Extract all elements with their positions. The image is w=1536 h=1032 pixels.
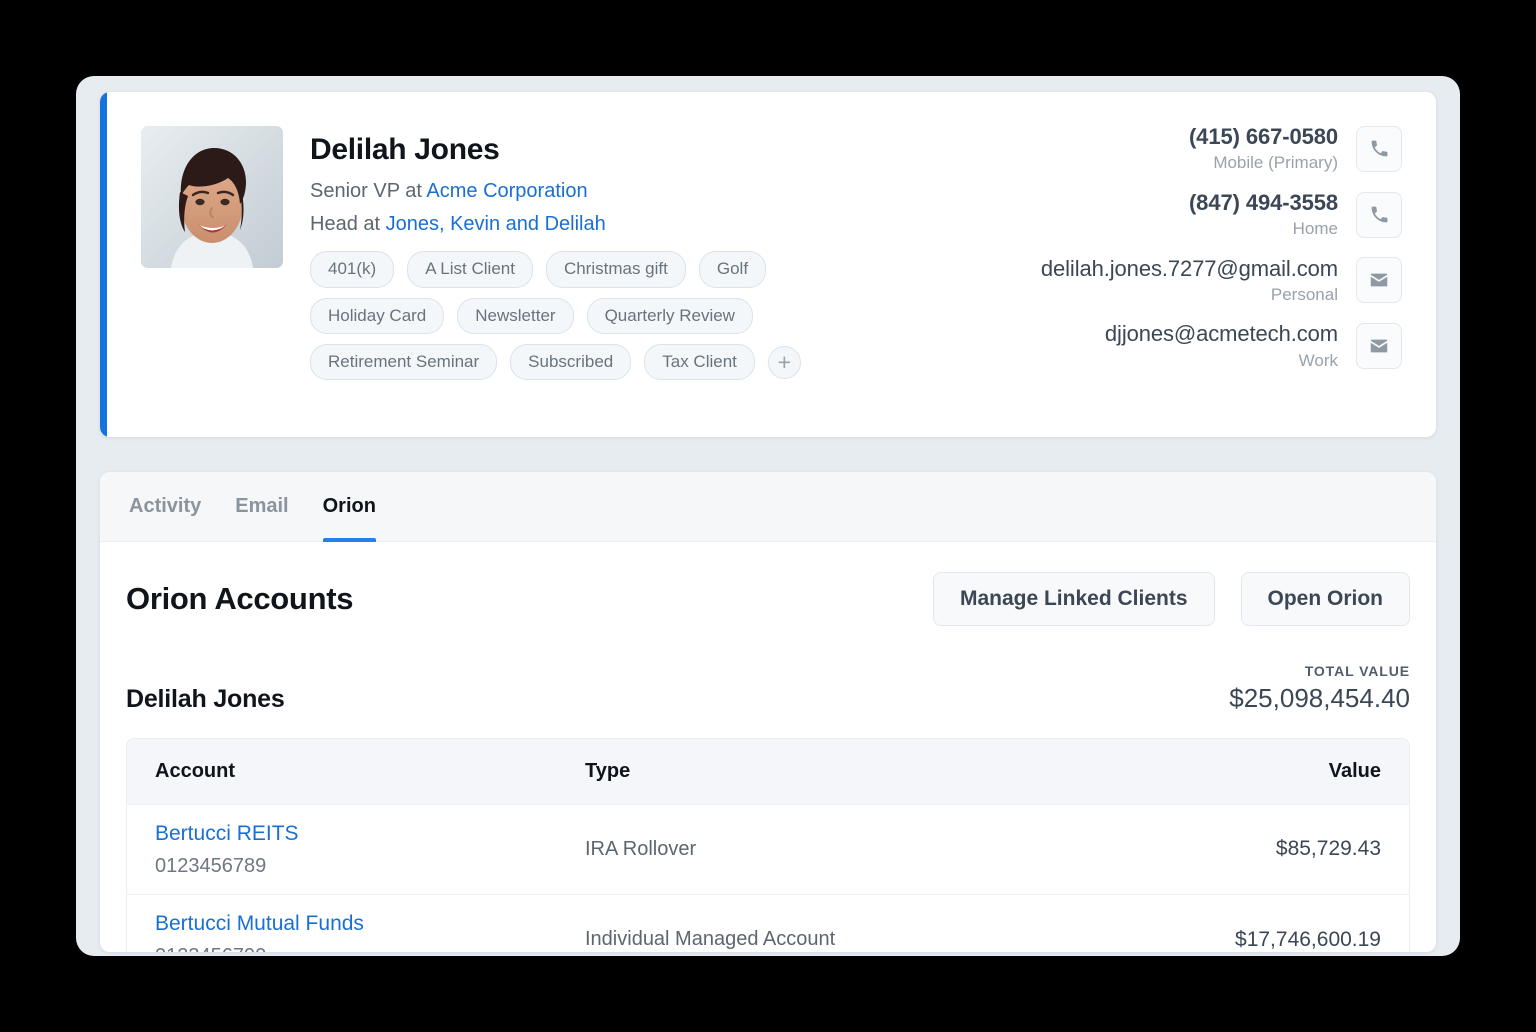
contact-value: djjones@acmetech.com [1104, 321, 1338, 347]
phone-icon [1369, 204, 1390, 225]
phone-icon [1369, 138, 1390, 159]
account-link[interactable]: Bertucci Mutual Funds [155, 911, 529, 937]
account-number: 0123456790 [155, 944, 529, 952]
tag-chip[interactable]: Holiday Card [310, 297, 445, 334]
account-value: $85,729.43 [1275, 837, 1381, 861]
contact-label: Work [1298, 350, 1338, 370]
account-value: $17,746,600.19 [1235, 927, 1381, 951]
contact-label: Personal [1270, 284, 1338, 304]
contact-methods-section: (415) 667-0580 Mobile (Primary) (847) 49 [1041, 92, 1436, 437]
account-owner-name: Delilah Jones [126, 684, 285, 713]
tab-bar: Activity Email Orion [100, 472, 1436, 542]
email-work-button[interactable] [1356, 323, 1402, 370]
account-cell: Bertucci REITS 0123456789 [127, 821, 557, 878]
detail-panel: Activity Email Orion Orion Accounts Mana… [100, 472, 1436, 952]
manage-linked-clients-button[interactable]: Manage Linked Clients [932, 572, 1215, 626]
tag-chip[interactable]: 401(k) [310, 251, 395, 288]
contact-value: delilah.jones.7277@gmail.com [1040, 255, 1338, 281]
table-row[interactable]: Bertucci REITS 0123456789 IRA Rollover $… [127, 805, 1409, 895]
call-mobile-button[interactable] [1356, 125, 1402, 172]
household-link[interactable]: Jones, Kevin and Delilah [386, 213, 606, 235]
column-header-account: Account [155, 759, 235, 782]
contact-method-row: (415) 667-0580 Mobile (Primary) [1041, 124, 1402, 174]
table-row[interactable]: Bertucci Mutual Funds 0123456790 Individ… [127, 895, 1409, 952]
tag-chip[interactable]: Quarterly Review [586, 297, 753, 334]
screen: Delilah Jones Senior VP at Acme Corporat… [0, 0, 1536, 1032]
total-value-amount: $25,098,454.40 [1229, 682, 1410, 713]
contact-method-row: delilah.jones.7277@gmail.com Personal [1041, 256, 1402, 306]
page-title: Delilah Jones [310, 133, 500, 166]
account-type: Individual Managed Account [585, 928, 836, 951]
tag-chip[interactable]: Newsletter [457, 297, 574, 334]
account-number: 0123456789 [155, 854, 267, 877]
role-line-household: Head at Jones, Kevin and Delilah [310, 211, 840, 237]
open-orion-button[interactable]: Open Orion [1240, 572, 1410, 626]
tag-chip[interactable]: Christmas gift [545, 251, 686, 288]
role-prefix: Senior VP at [310, 180, 427, 203]
contact-label: Mobile (Primary) [1213, 153, 1338, 173]
contact-identity-section: Delilah Jones Senior VP at Acme Corporat… [107, 92, 840, 437]
tag-chip[interactable]: A List Client [407, 251, 533, 288]
role-prefix: Head at [310, 213, 386, 236]
account-link[interactable]: Bertucci REITS [155, 821, 529, 847]
tab-activity[interactable]: Activity [129, 472, 201, 542]
tab-orion[interactable]: Orion [322, 472, 377, 542]
role-line-company: Senior VP at Acme Corporation [310, 178, 840, 204]
envelope-icon [1368, 269, 1390, 291]
contact-header-card: Delilah Jones Senior VP at Acme Corporat… [100, 92, 1436, 437]
tag-chip[interactable]: Retirement Seminar [310, 343, 498, 381]
avatar [141, 126, 283, 268]
account-cell: Bertucci Mutual Funds 0123456790 [127, 911, 557, 952]
column-header-type: Type [585, 759, 631, 782]
contact-label: Home [1292, 219, 1338, 239]
tag-list: 401(k) A List Client Christmas gift Golf… [310, 251, 840, 381]
table-header-row: Account Type Value [127, 738, 1409, 805]
tag-chip[interactable]: Tax Client [644, 343, 755, 381]
section-title: Orion Accounts [126, 581, 354, 616]
tag-chip[interactable]: Subscribed [510, 343, 632, 381]
contact-value: (415) 667-0580 [1188, 124, 1338, 149]
accounts-table: Account Type Value Bertucci REITS 012345… [126, 737, 1410, 952]
contact-method-row: (847) 494-3558 Home [1041, 190, 1402, 240]
contact-value: (847) 494-3558 [1188, 189, 1338, 215]
contact-method-row: djjones@acmetech.com Work [1041, 321, 1402, 371]
accent-bar [100, 92, 107, 437]
account-type: IRA Rollover [585, 837, 697, 860]
add-tag-icon[interactable]: + [767, 345, 801, 379]
total-value-label: TOTAL VALUE [1304, 663, 1410, 679]
envelope-icon [1368, 335, 1390, 357]
email-personal-button[interactable] [1356, 257, 1402, 304]
call-home-button[interactable] [1356, 191, 1402, 238]
tab-email[interactable]: Email [235, 472, 288, 542]
company-link[interactable]: Acme Corporation [426, 180, 587, 202]
column-header-value: Value [1328, 759, 1381, 782]
tag-chip[interactable]: Golf [698, 251, 767, 288]
